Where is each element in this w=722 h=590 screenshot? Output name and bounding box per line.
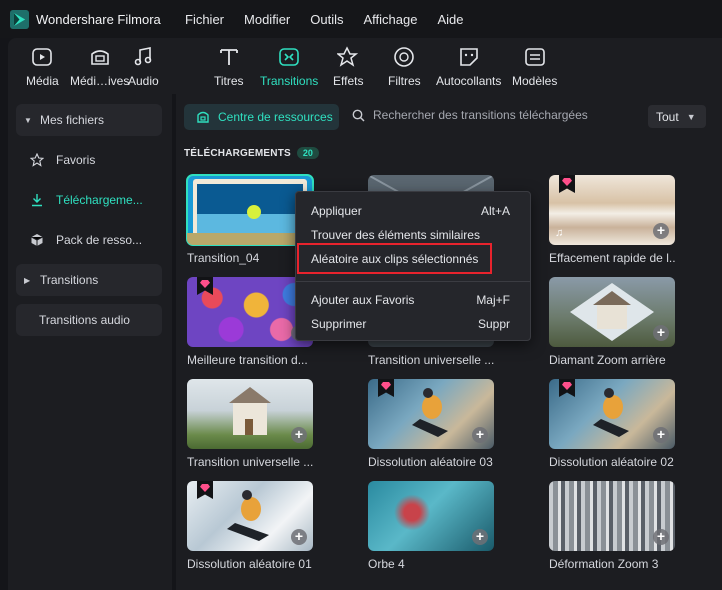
transition-card[interactable]: + Dissolution aléatoire 01 xyxy=(187,481,313,571)
transition-card[interactable]: + Orbe 4 xyxy=(368,481,494,571)
thumbnail: + xyxy=(187,379,313,449)
store-icon xyxy=(197,111,209,123)
highlight-box xyxy=(297,243,492,274)
menu-aide[interactable]: Aide xyxy=(437,12,463,27)
add-icon[interactable]: + xyxy=(653,529,669,545)
app-title: Wondershare Filmora xyxy=(36,12,161,27)
chevron-down-icon: ▼ xyxy=(686,111,696,122)
shortcut-apply: Alt+A xyxy=(480,204,510,218)
title-bar: Wondershare Filmora Fichier Modifier Out… xyxy=(0,0,722,38)
add-icon[interactable]: + xyxy=(472,529,488,545)
transitions-icon xyxy=(279,48,299,66)
add-icon[interactable]: + xyxy=(291,529,307,545)
sidebar-item-resource-pack[interactable]: Pack de resso... xyxy=(16,224,162,256)
package-icon xyxy=(30,233,46,247)
search-input[interactable]: Rechercher des transitions téléchargées xyxy=(352,108,588,122)
transition-card[interactable]: + Diamant Zoom arrière xyxy=(549,277,675,367)
menu-divider xyxy=(296,281,530,282)
tab-stock-media[interactable]: Médi…ives xyxy=(70,46,129,88)
sidebar: ▼ Mes fichiers Favoris Téléchargeme... P… xyxy=(8,94,172,590)
tab-templates[interactable]: Modèles xyxy=(512,46,557,88)
media-icon xyxy=(32,48,53,66)
thumbnail: + xyxy=(368,481,494,551)
tab-transitions[interactable]: Transitions xyxy=(260,46,318,88)
transition-card[interactable]: + Déformation Zoom 3 xyxy=(549,481,675,571)
resource-center-button[interactable]: Centre de ressources xyxy=(184,104,339,130)
caret-right-icon: ▶ xyxy=(24,275,31,285)
star-icon xyxy=(30,153,46,167)
menu-modifier[interactable]: Modifier xyxy=(244,12,290,27)
count-badge: 20 xyxy=(296,147,319,159)
menu-item-delete[interactable]: Supprimer xyxy=(311,317,366,331)
sidebar-item-favorites[interactable]: Favoris xyxy=(16,144,162,176)
add-icon[interactable]: + xyxy=(653,223,669,239)
sidebar-group-audio-transitions[interactable]: Transitions audio xyxy=(16,304,162,336)
tab-titles[interactable]: Titres xyxy=(214,46,244,88)
thumbnail: + xyxy=(549,379,675,449)
transition-card[interactable]: + Dissolution aléatoire 02 xyxy=(549,379,675,469)
thumbnail: + xyxy=(368,379,494,449)
filter-dropdown[interactable]: Tout ▼ xyxy=(648,105,706,128)
add-icon[interactable]: + xyxy=(653,325,669,341)
menu-fichier[interactable]: Fichier xyxy=(185,12,224,27)
sidebar-group-my-files[interactable]: ▼ Mes fichiers xyxy=(16,104,162,136)
titles-icon xyxy=(219,49,238,65)
tab-effects[interactable]: Effets xyxy=(333,46,363,88)
thumbnail: ♫ + xyxy=(549,175,675,245)
menu-bar: Fichier Modifier Outils Affichage Aide xyxy=(185,12,484,27)
tab-audio[interactable]: Audio xyxy=(128,46,159,88)
transition-card[interactable]: ♫ + Effacement rapide de l... xyxy=(549,175,675,265)
tab-media[interactable]: Média xyxy=(26,46,59,88)
templates-icon xyxy=(524,48,545,66)
sidebar-item-downloads[interactable]: Téléchargeme... xyxy=(16,184,162,216)
shortcut-delete: Suppr xyxy=(477,317,510,331)
sidebar-group-transitions[interactable]: ▶ Transitions xyxy=(16,264,162,296)
transitions-panel: Centre de ressources Rechercher des tran… xyxy=(176,94,722,590)
search-icon xyxy=(352,109,365,122)
premium-gem-icon xyxy=(197,277,213,295)
menu-item-apply[interactable]: Appliquer xyxy=(311,204,362,218)
add-icon[interactable]: + xyxy=(291,427,307,443)
thumbnail: + xyxy=(187,481,313,551)
tab-filters[interactable]: Filtres xyxy=(388,46,421,88)
premium-gem-icon xyxy=(559,175,575,193)
media-toolbar: Média Médi…ives Audio Titres Transitions… xyxy=(8,38,722,94)
thumbnail: + xyxy=(549,481,675,551)
add-icon[interactable]: + xyxy=(653,427,669,443)
stickers-icon xyxy=(459,48,478,66)
caret-down-icon: ▼ xyxy=(24,115,32,125)
filmora-logo-icon xyxy=(10,10,29,29)
add-icon[interactable]: + xyxy=(472,427,488,443)
music-note-icon: ♫ xyxy=(555,227,564,239)
transition-card[interactable]: + Transition universelle ... xyxy=(187,379,313,469)
thumbnail: + xyxy=(549,277,675,347)
shortcut-add-favorites: Maj+F xyxy=(476,293,510,307)
transition-card[interactable]: + Dissolution aléatoire 03 xyxy=(368,379,494,469)
menu-outils[interactable]: Outils xyxy=(310,12,343,27)
menu-affichage[interactable]: Affichage xyxy=(364,12,418,27)
section-header: TÉLÉCHARGEMENTS 20 xyxy=(184,147,319,159)
download-icon xyxy=(30,193,46,207)
stock-media-icon xyxy=(90,50,109,65)
tab-stickers[interactable]: Autocollants xyxy=(436,46,501,88)
menu-item-find-similar[interactable]: Trouver des éléments similaires xyxy=(311,228,480,242)
menu-item-add-favorites[interactable]: Ajouter aux Favoris xyxy=(311,293,414,307)
filters-icon xyxy=(394,47,415,67)
effects-icon xyxy=(337,46,359,67)
audio-icon xyxy=(135,47,152,66)
